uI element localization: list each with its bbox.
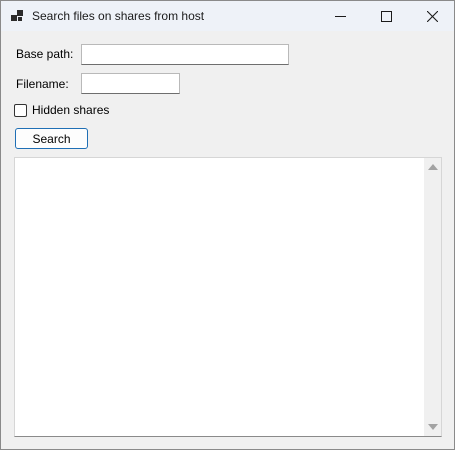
app-window: Search files on shares from host Base pa… <box>0 0 455 450</box>
app-windows-icon <box>11 10 23 21</box>
scroll-up-icon[interactable] <box>428 164 438 170</box>
close-icon <box>426 10 438 22</box>
close-button[interactable] <box>409 1 455 31</box>
base-path-input[interactable] <box>81 44 289 65</box>
filename-label: Filename: <box>16 77 69 91</box>
window-title: Search files on shares from host <box>32 9 205 23</box>
hidden-shares-label[interactable]: Hidden shares <box>32 103 109 117</box>
maximize-icon <box>380 10 392 22</box>
title-bar[interactable]: Search files on shares from host <box>1 1 454 31</box>
results-scrollbar[interactable] <box>424 158 441 436</box>
maximize-button[interactable] <box>363 1 409 31</box>
filename-input[interactable] <box>81 73 180 94</box>
scroll-down-icon[interactable] <box>428 424 438 430</box>
search-button-label: Search <box>32 131 71 146</box>
base-path-label: Base path: <box>16 47 74 61</box>
search-button[interactable]: Search <box>15 128 88 149</box>
hidden-shares-checkbox[interactable] <box>14 104 27 117</box>
minimize-icon <box>334 15 346 17</box>
minimize-button[interactable] <box>317 1 363 31</box>
results-list[interactable] <box>14 157 442 437</box>
